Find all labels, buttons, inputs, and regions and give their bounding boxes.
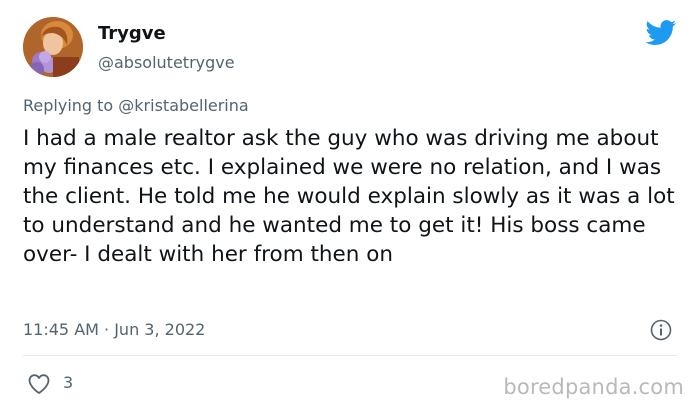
heart-icon[interactable] [27,373,51,395]
watermark: boredpanda.com [503,375,684,399]
avatar[interactable] [23,17,83,77]
tweet-text: I had a male realtor ask the guy who was… [23,126,675,267]
tweet-timestamp[interactable]: 11:45 AM · Jun 3, 2022 [23,320,205,339]
reply-context[interactable]: Replying to @kristabellerina [23,96,249,115]
twitter-bird-icon[interactable] [645,20,677,46]
divider [23,355,677,356]
info-icon[interactable] [650,319,672,341]
like-count: 3 [63,373,74,392]
user-handle[interactable]: @absolutetrygve [98,53,235,72]
display-name[interactable]: Trygve [98,23,166,44]
